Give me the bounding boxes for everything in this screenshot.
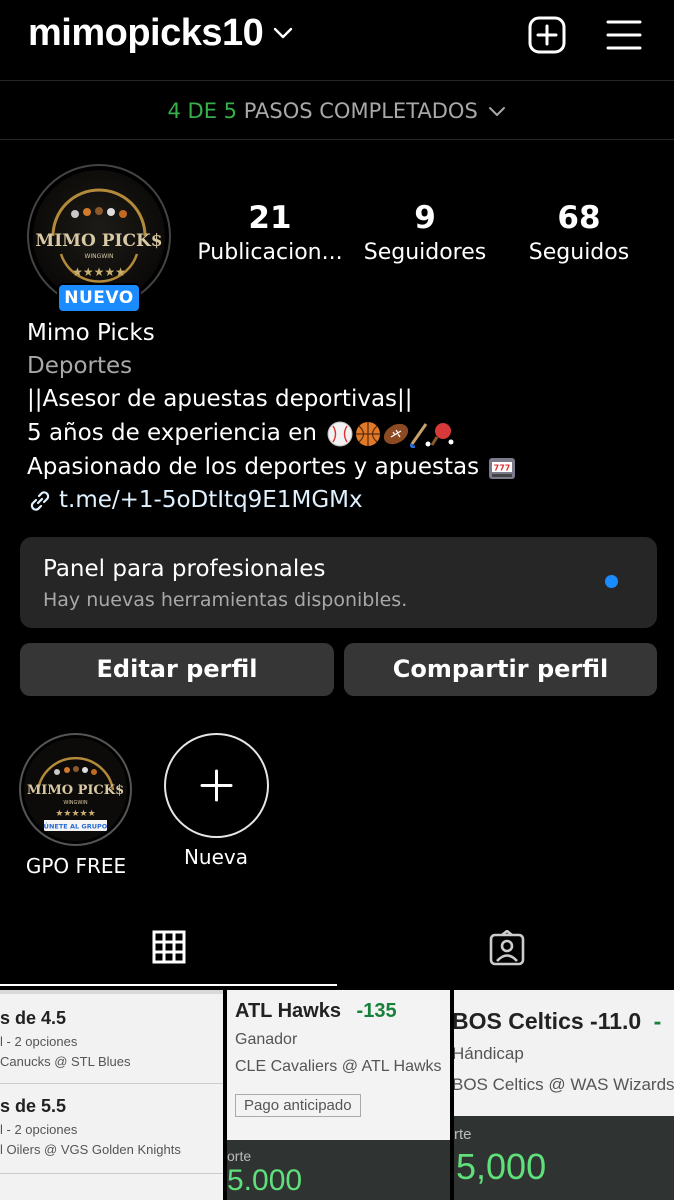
profile-name: Mimo Picks (27, 320, 155, 346)
post-line-sub: l - 2 opciones (0, 1034, 78, 1049)
bio-line-experience: 5 años de experiencia en (27, 416, 454, 450)
post-team: ATL Hawks -135 (235, 1000, 397, 1023)
highlight-logo-text: MIMO PICK$ (27, 783, 124, 798)
post-team-name: BOS Celtics -11.0 (454, 1008, 642, 1034)
panel-subtitle: Hay nuevas herramientas disponibles. (43, 589, 408, 611)
post-thumbnail[interactable]: ATL Hawks -135 Ganador CLE Cavaliers @ A… (227, 990, 450, 1200)
tab-posts-grid[interactable] (0, 920, 337, 986)
professional-dashboard-card[interactable]: Panel para profesionales Hay nuevas herr… (20, 537, 657, 628)
post-market: Hándicap (454, 1044, 524, 1063)
top-bar: mimopicks10 (0, 0, 674, 80)
stat-following-value: 68 (557, 200, 601, 236)
stat-posts[interactable]: 21 Publicacion... (195, 198, 345, 268)
post-line-title: s de 4.5 (0, 1008, 67, 1028)
svg-text:★★★★★: ★★★★★ (72, 265, 126, 279)
bio-line: Apasionado de los deportes y apuestas (27, 454, 480, 480)
divider (0, 139, 674, 140)
post-stake: 5,000 (456, 1146, 547, 1187)
active-tab-indicator (0, 984, 337, 986)
steps-label: PASOS COMPLETADOS (243, 99, 478, 123)
post-market: Ganador (235, 1031, 298, 1048)
avatar-subtext: WINGWIN (84, 253, 113, 260)
post-team: BOS Celtics -11.0 - (454, 1008, 661, 1035)
stat-followers[interactable]: 9 Seguidores (350, 198, 500, 268)
stat-posts-value: 21 (248, 200, 292, 236)
svg-text:★★★★★: ★★★★★ (55, 809, 95, 819)
post-stake-label: rte (454, 1126, 472, 1143)
new-highlight-label[interactable]: Nueva (156, 843, 276, 871)
steps-count: 4 DE 5 (167, 99, 238, 123)
notification-dot (605, 575, 618, 588)
post-line-title: s de 5.5 (0, 1096, 67, 1116)
stat-following-label: Seguidos (528, 240, 630, 265)
tab-tagged[interactable] (337, 920, 674, 986)
highlight-label[interactable]: GPO FREE (16, 852, 136, 880)
post-line-match: Canucks @ STL Blues (0, 1054, 131, 1069)
post-odds: - (653, 1008, 662, 1034)
bio-line: 5 años de experiencia en (27, 420, 317, 446)
post-thumbnail[interactable]: BOS Celtics -11.0 - Hándicap BOS Celtics… (454, 990, 674, 1200)
chevron-down-icon[interactable] (272, 26, 294, 40)
post-thumbnail[interactable]: s de 4.5 l - 2 opciones Canucks @ STL Bl… (0, 990, 223, 1200)
slot-machine-icon: 777 (489, 457, 516, 479)
hamburger-menu-icon[interactable] (606, 18, 642, 52)
sports-emoji-icons (327, 421, 454, 448)
profile-category: Deportes (27, 353, 133, 379)
bio-line: ||Asesor de apuestas deportivas|| (27, 386, 413, 412)
panel-title: Panel para profesionales (43, 556, 326, 582)
post-stake: 5.000 (227, 1164, 303, 1197)
early-payout-tag: Pago anticipado (235, 1094, 361, 1117)
post-team-name: ATL Hawks (235, 1000, 341, 1022)
post-match: BOS Celtics @ WAS Wizards (454, 1075, 674, 1094)
edit-profile-button[interactable]: Editar perfil (20, 643, 334, 696)
stat-following[interactable]: 68 Seguidos (504, 198, 654, 268)
post-line-sub: l - 2 opciones (0, 1122, 78, 1137)
username[interactable]: mimopicks10 (28, 12, 264, 55)
tagged-person-icon (489, 930, 525, 966)
svg-text:777: 777 (494, 463, 511, 472)
post-match: CLE Cavaliers @ ATL Hawks (235, 1058, 442, 1075)
stat-followers-label: Seguidores (363, 240, 487, 265)
post-odds: -135 (356, 1000, 397, 1022)
chevron-down-icon (489, 107, 506, 116)
highlight-cover[interactable]: MIMO PICK$ WINGWIN ★★★★★ ÚNETE AL GRUPO (24, 738, 127, 841)
avatar-text: MIMO PICK$ (35, 231, 162, 251)
highlight-banner-text: ÚNETE AL GRUPO (44, 822, 108, 831)
link-icon (30, 491, 50, 511)
profile-link-text[interactable]: t.me/+1-5oDtItq9E1MGMx (59, 483, 363, 517)
highlight-logo-subtext: WINGWIN (63, 800, 87, 806)
post-stake-label: orte (227, 1148, 252, 1164)
divider (0, 80, 674, 81)
stat-posts-label: Publicacion... (197, 240, 343, 265)
stat-followers-value: 9 (414, 200, 436, 236)
bio-line-passion: Apasionado de los deportes y apuestas 77… (27, 450, 516, 484)
plus-square-icon[interactable] (528, 16, 566, 54)
highlight-logo-image: MIMO PICK$ WINGWIN ★★★★★ ÚNETE AL GRUPO (27, 756, 124, 831)
post-line-match: l Oilers @ VGS Golden Knights (0, 1142, 181, 1157)
steps-progress-banner[interactable]: 4 DE 5 PASOS COMPLETADOS (0, 92, 674, 130)
new-badge: NUEVO (57, 283, 141, 313)
plus-icon (200, 769, 233, 802)
share-profile-button[interactable]: Compartir perfil (344, 643, 657, 696)
grid-icon (152, 930, 186, 964)
